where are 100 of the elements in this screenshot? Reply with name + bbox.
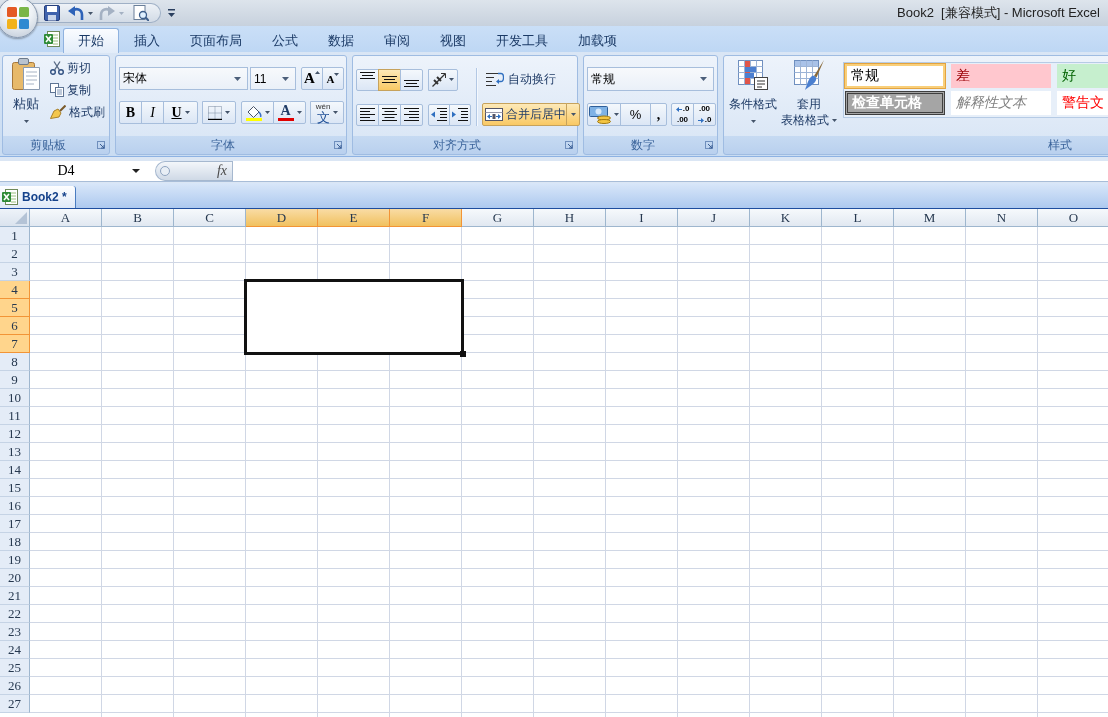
row-header[interactable]: 4 [0,281,30,299]
increase-indent-button[interactable] [449,103,471,126]
ribbon-tab[interactable]: 页面布局 [175,29,257,52]
decrease-indent-button[interactable] [428,103,450,126]
row-header[interactable]: 18 [0,533,30,551]
row-header[interactable]: 27 [0,695,30,713]
launcher-icon[interactable] [334,141,342,149]
ribbon-tab[interactable]: 加载项 [563,29,632,52]
row-header[interactable]: 24 [0,641,30,659]
orientation-button[interactable] [428,68,458,91]
column-header[interactable]: M [894,209,966,227]
table-format-button[interactable]: 套用 表格格式 [779,59,839,133]
row-header[interactable]: 5 [0,299,30,317]
row-header[interactable]: 15 [0,479,30,497]
font-color-button[interactable]: A [273,101,306,124]
increase-decimal-button[interactable]: .0 .00 [671,103,694,126]
cell-style-option[interactable]: 警告文 [1057,91,1108,115]
align-top-button[interactable] [356,68,379,91]
row-header[interactable]: 2 [0,245,30,263]
row-header[interactable]: 1 [0,227,30,245]
comma-button[interactable]: , [650,103,667,126]
row-header[interactable]: 8 [0,353,30,371]
column-header[interactable]: D [246,209,318,227]
print-preview-icon[interactable] [133,5,149,21]
caret-icon[interactable] [88,11,93,15]
fill-color-button[interactable] [241,101,274,124]
spreadsheet-icon[interactable] [44,31,60,47]
font-name-field[interactable]: 宋体 [119,67,248,90]
column-header[interactable]: E [318,209,390,227]
font-size-field[interactable]: 11 [250,67,296,90]
align-center-button[interactable] [378,103,401,126]
cell-style-option[interactable]: 解释性文本 [951,91,1051,115]
row-header[interactable]: 20 [0,569,30,587]
ribbon-tab[interactable]: 插入 [119,29,175,52]
phonetic-button[interactable]: wén 文 [310,101,344,124]
insert-function-button[interactable]: fx [214,163,229,179]
row-header[interactable]: 16 [0,497,30,515]
align-right-button[interactable] [400,103,423,126]
row-header[interactable]: 23 [0,623,30,641]
row-header[interactable]: 13 [0,443,30,461]
fill-handle[interactable] [460,351,466,357]
align-left-button[interactable] [356,103,379,126]
column-header[interactable]: A [30,209,102,227]
percent-button[interactable]: % [620,103,651,126]
column-header[interactable]: K [750,209,822,227]
launcher-icon[interactable] [705,141,713,149]
ribbon-tab[interactable]: 数据 [313,29,369,52]
name-box[interactable]: D4 [0,161,152,181]
column-header[interactable]: B [102,209,174,227]
align-bottom-button[interactable] [400,68,423,91]
customize-icon[interactable] [168,9,175,17]
align-middle-button[interactable] [378,68,401,91]
cell-style-option[interactable]: 好 [1057,64,1108,88]
row-header[interactable]: 6 [0,317,30,335]
cell-style-option[interactable]: 差 [951,64,1051,88]
row-header[interactable]: 12 [0,425,30,443]
decrease-decimal-button[interactable]: .00 .0 [693,103,716,126]
launcher-icon[interactable] [565,141,573,149]
ribbon-tab[interactable]: 审阅 [369,29,425,52]
column-header[interactable]: H [534,209,606,227]
grow-font-button[interactable]: A [301,67,323,90]
cut-button[interactable]: 剪切 [49,57,106,79]
dropdown-button[interactable] [566,103,580,126]
underline-button[interactable]: U [163,101,198,124]
wrap-text-button[interactable]: 自动换行 [482,68,560,91]
row-header[interactable]: 3 [0,263,30,281]
column-header[interactable]: N [966,209,1038,227]
ribbon-tab[interactable]: 视图 [425,29,481,52]
row-header[interactable]: 14 [0,461,30,479]
merge-center-button[interactable]: 合并后居中 [482,103,567,126]
row-header[interactable]: 26 [0,677,30,695]
row-header[interactable]: 19 [0,551,30,569]
ribbon-tab[interactable]: 开发工具 [481,29,563,52]
column-header[interactable]: L [822,209,894,227]
borders-button[interactable] [202,101,236,124]
row-header[interactable]: 17 [0,515,30,533]
row-header[interactable]: 25 [0,659,30,677]
office-button[interactable] [0,0,38,38]
shrink-font-button[interactable]: A [322,67,344,90]
currency-button[interactable] [587,103,621,126]
column-header[interactable]: O [1038,209,1108,227]
row-header[interactable]: 10 [0,389,30,407]
column-header[interactable]: F [390,209,462,227]
save-icon[interactable] [44,5,60,21]
launcher-icon[interactable] [97,141,105,149]
row-header[interactable]: 9 [0,371,30,389]
conditional-format-button[interactable]: 条件格式 [727,59,779,133]
ribbon-tab[interactable]: 公式 [257,29,313,52]
row-header[interactable]: 22 [0,605,30,623]
row-header[interactable]: 11 [0,407,30,425]
copy-button[interactable]: 复制 [49,79,106,101]
row-header[interactable]: 7 [0,335,30,353]
column-header[interactable]: C [174,209,246,227]
column-header[interactable]: I [606,209,678,227]
format-painter-button[interactable]: 格式刷 [49,101,106,123]
cell-style-option[interactable]: 常规 [845,64,945,88]
column-header[interactable]: G [462,209,534,227]
workbook-tab[interactable]: Book2 * [0,186,76,208]
italic-button[interactable]: I [141,101,164,124]
paste-button[interactable]: 粘贴 [9,57,43,131]
